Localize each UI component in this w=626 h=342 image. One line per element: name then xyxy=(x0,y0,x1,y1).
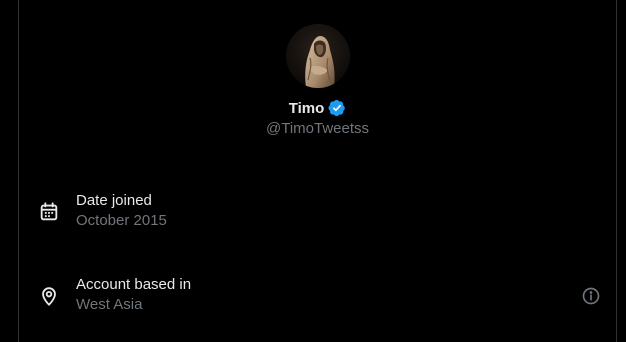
location-pin-icon xyxy=(38,285,60,307)
profile-header: Timo @TimoTweetss xyxy=(19,24,616,137)
display-name[interactable]: Timo xyxy=(289,100,325,117)
date-joined-text: Date joined October 2015 xyxy=(76,191,167,231)
handle: @TimoTweetss xyxy=(265,120,370,137)
account-location-row: Account based in West Asia xyxy=(19,275,616,319)
account-location-value: West Asia xyxy=(76,296,143,313)
date-joined-value: October 2015 xyxy=(76,212,167,229)
date-joined-row: Date joined October 2015 xyxy=(19,191,616,235)
account-location-label: Account based in xyxy=(76,276,192,293)
account-location-text: Account based in West Asia xyxy=(76,275,191,315)
verified-badge-icon[interactable] xyxy=(328,99,346,117)
avatar[interactable] xyxy=(285,24,350,88)
name-row: Timo xyxy=(289,98,347,118)
calendar-icon xyxy=(38,201,60,223)
date-joined-label: Date joined xyxy=(76,192,152,209)
info-icon[interactable] xyxy=(581,286,601,306)
about-account-panel: Timo @TimoTweetss Date joined October 20… xyxy=(18,0,617,342)
